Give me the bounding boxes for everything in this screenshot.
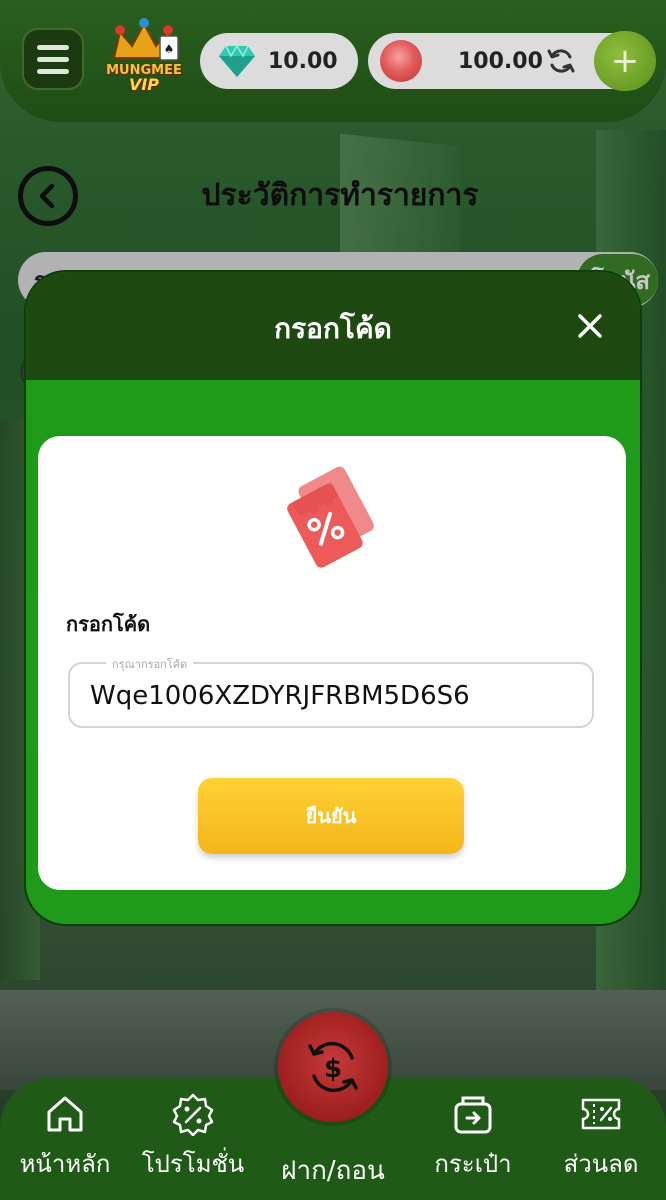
modal-header: กรอกโค้ด — [26, 272, 640, 380]
nav-label: หน้าหลัก — [19, 1150, 111, 1178]
currency-exchange-icon: $ — [308, 1041, 358, 1093]
nav-item-discount[interactable]: ส่วนลด — [536, 1092, 666, 1183]
deposit-withdraw-button[interactable]: $ — [278, 1012, 388, 1122]
hamburger-menu-button[interactable] — [22, 28, 84, 90]
gem-balance-value: 10.00 — [268, 48, 338, 74]
home-icon — [47, 1096, 83, 1132]
nav-label: กระเป๋า — [434, 1150, 512, 1178]
close-icon[interactable] — [576, 312, 604, 340]
modal-card: กรอกโค้ด กรุณากรอกโค้ด ยืนยัน — [38, 436, 626, 890]
nav-item-wallet[interactable]: กระเป๋า — [408, 1092, 538, 1183]
code-field-label: กรอกโค้ด — [66, 612, 151, 636]
code-field-legend: กรุณากรอกโค้ด — [106, 655, 194, 673]
refresh-icon[interactable] — [546, 46, 576, 76]
code-field[interactable]: กรุณากรอกโค้ด — [68, 655, 594, 728]
coupon-ticket-icon — [287, 466, 374, 568]
logo-text: MUNGMEE VIP — [106, 63, 182, 94]
svg-text:$: $ — [324, 1054, 342, 1084]
code-input[interactable] — [90, 676, 570, 716]
nav-label: โปรโมชั่น — [141, 1150, 245, 1178]
promotion-badge-icon — [172, 1093, 214, 1136]
coin-balance-value: 100.00 — [458, 48, 543, 74]
svg-text:♠: ♠ — [164, 42, 175, 56]
nav-item-home[interactable]: หน้าหลัก — [0, 1092, 130, 1183]
nav-item-promotions[interactable]: โปรโมชั่น — [128, 1092, 258, 1183]
gem-balance: 10.00 — [200, 33, 358, 89]
diamond-icon — [219, 44, 255, 77]
plus-icon: + — [610, 41, 640, 81]
nav-label-deposit-withdraw[interactable]: ฝาก/ถอน — [268, 1150, 398, 1191]
wallet-icon — [454, 1096, 492, 1134]
modal-title: กรอกโค้ด — [274, 312, 392, 345]
nav-label: ส่วนลด — [563, 1150, 639, 1178]
discount-ticket-icon — [581, 1098, 621, 1130]
redeem-code-modal: กรอกโค้ด กรอกโค้ด กรุณากรอกโค้ด ยืนยัน — [26, 272, 640, 924]
add-funds-button[interactable]: + — [594, 31, 656, 91]
confirm-button[interactable]: ยืนยัน — [198, 778, 464, 854]
coin-balance: 100.00 + — [368, 31, 656, 91]
brand-logo[interactable]: ♠ MUNGMEE VIP — [100, 18, 188, 102]
coin-icon — [380, 40, 422, 82]
top-header: ♠ MUNGMEE VIP 10.00 100.00 + — [0, 0, 666, 122]
